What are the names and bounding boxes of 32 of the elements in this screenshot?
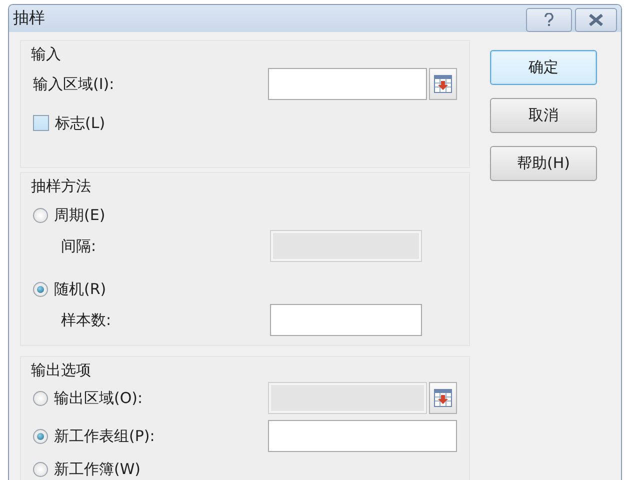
- radio-button[interactable]: [33, 428, 48, 444]
- field-label: 样本数:: [61, 310, 112, 330]
- dialog-button[interactable]: 确定: [490, 50, 597, 85]
- close-icon: [588, 14, 604, 26]
- field-label: 输入区域(I):: [33, 74, 114, 94]
- checkbox-label: 标志(L): [55, 114, 106, 132]
- group-title: 抽样方法: [31, 176, 91, 197]
- radio-label: 新工作簿(W): [54, 460, 141, 478]
- radio-label: 随机(R): [54, 280, 106, 298]
- radio-button[interactable]: [33, 462, 48, 476]
- radio-label: 周期(E): [54, 206, 106, 224]
- checkbox[interactable]: [33, 115, 49, 131]
- input-field[interactable]: [268, 68, 428, 100]
- radio-label: 输出区域(O):: [54, 388, 143, 408]
- dialog-button[interactable]: 取消: [490, 98, 597, 133]
- input-field[interactable]: [268, 420, 457, 452]
- input-field[interactable]: [270, 304, 422, 336]
- radio-label: 新工作表组(P):: [54, 426, 155, 446]
- window-title: 抽样: [13, 8, 45, 29]
- radio-button[interactable]: [33, 208, 48, 222]
- close-button[interactable]: [575, 8, 617, 32]
- field-label: 间隔:: [61, 236, 96, 256]
- help-icon: [544, 13, 554, 27]
- group-title: 输出选项: [31, 360, 91, 381]
- range-select-icon: [434, 75, 452, 93]
- range-select-button[interactable]: [429, 68, 457, 100]
- help-button[interactable]: [526, 8, 572, 32]
- radio-button[interactable]: [33, 390, 48, 406]
- dialog-button[interactable]: 帮助(H): [490, 146, 597, 181]
- group-title: 输入: [31, 44, 61, 65]
- range-select-icon: [434, 389, 452, 407]
- radio-button[interactable]: [33, 282, 48, 296]
